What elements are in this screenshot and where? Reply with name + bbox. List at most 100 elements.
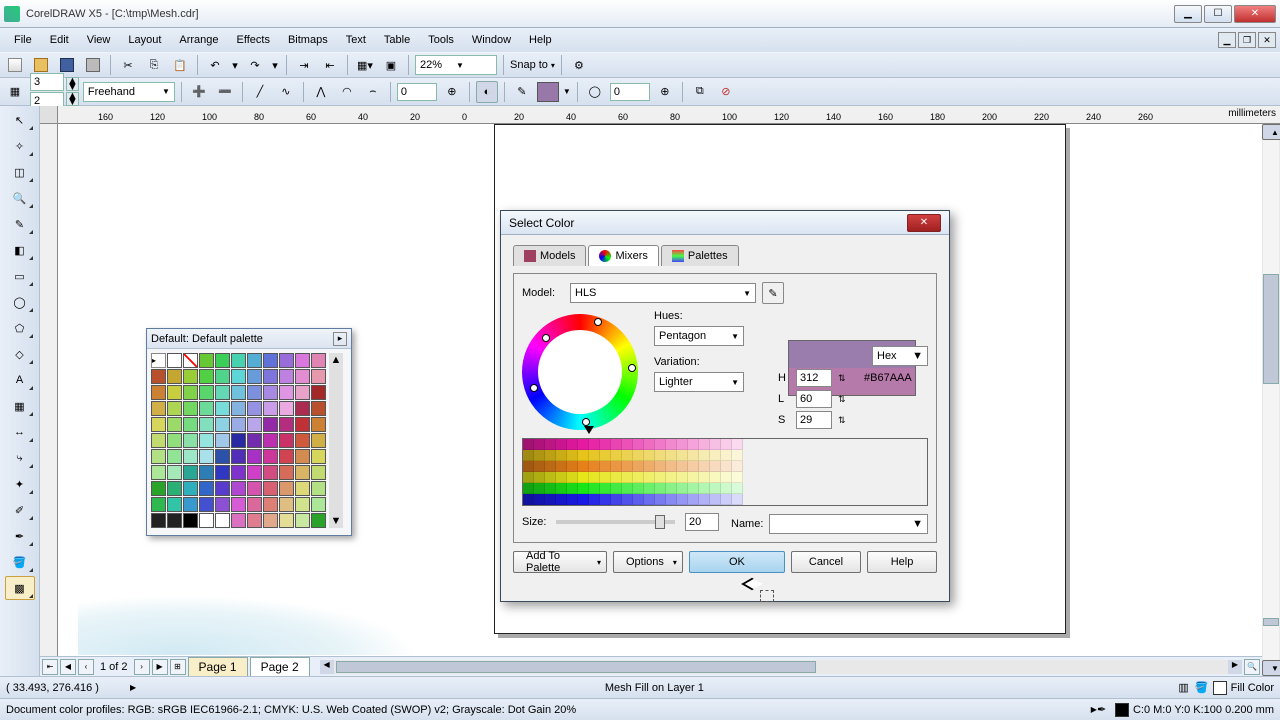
zoom-tool[interactable]: 🔍 xyxy=(5,186,35,210)
cusp-node-icon[interactable]: ⋀ xyxy=(310,81,332,103)
cut-button[interactable]: ✂ xyxy=(117,54,139,76)
eyedropper-icon[interactable]: ✎ xyxy=(511,81,533,103)
mesh-mode-icon[interactable]: ◐ xyxy=(476,81,498,103)
grid-cols-input[interactable]: 3 xyxy=(30,73,64,91)
options-button[interactable]: Options xyxy=(613,551,683,573)
ellipse-tool[interactable]: ◯ xyxy=(5,290,35,314)
interactive-tool[interactable]: ✦ xyxy=(5,472,35,496)
model-select[interactable]: HLS▼ xyxy=(570,283,756,303)
menu-text[interactable]: Text xyxy=(338,31,374,49)
outline-swatch[interactable] xyxy=(1115,703,1129,717)
smoothing-target-icon[interactable]: ⊕ xyxy=(441,81,463,103)
color-proof-icon[interactable]: ▥ xyxy=(1173,677,1195,699)
smooth-node-icon[interactable]: ◠ xyxy=(336,81,358,103)
menu-tools[interactable]: Tools xyxy=(420,31,462,49)
fill-swatch[interactable] xyxy=(1213,681,1227,695)
name-select[interactable]: ▼ xyxy=(769,514,928,534)
app-launcher-button[interactable]: ▦▾ xyxy=(354,54,376,76)
dialog-close-button[interactable]: ✕ xyxy=(907,214,941,232)
crop-tool[interactable]: ◫ xyxy=(5,160,35,184)
transparency-icon[interactable]: ◯ xyxy=(584,81,606,103)
mesh-fill-tool[interactable]: ▩ xyxy=(5,576,35,600)
add-to-palette-button[interactable]: Add To Palette xyxy=(513,551,607,573)
palette-options-icon[interactable]: ▸ xyxy=(333,332,347,346)
doc-close-button[interactable]: ✕ xyxy=(1258,32,1276,48)
transparency-target-icon[interactable]: ⊕ xyxy=(654,81,676,103)
menu-table[interactable]: Table xyxy=(376,31,418,49)
palette-panel[interactable]: Default: Default palette ▸ ▸ ▲▼ xyxy=(146,328,352,536)
paste-button[interactable]: 📋 xyxy=(169,54,191,76)
polygon-tool[interactable]: ⬠ xyxy=(5,316,35,340)
table-tool[interactable]: ▦ xyxy=(5,394,35,418)
symmetric-node-icon[interactable]: ⌢ xyxy=(362,81,384,103)
print-button[interactable] xyxy=(82,54,104,76)
tab-mixers[interactable]: Mixers xyxy=(588,245,658,266)
navigator-button[interactable]: 🔍 xyxy=(1244,659,1260,675)
mesh-color-swatch[interactable] xyxy=(537,82,559,102)
clear-mesh-icon[interactable]: ⊘ xyxy=(715,81,737,103)
menu-edit[interactable]: Edit xyxy=(42,31,77,49)
menu-bitmaps[interactable]: Bitmaps xyxy=(280,31,336,49)
curve-tool-icon[interactable]: ∿ xyxy=(275,81,297,103)
add-node-button[interactable]: ➕ xyxy=(188,81,210,103)
minimize-button[interactable]: ▁ xyxy=(1174,5,1202,23)
zoom-combo[interactable]: 22%▼ xyxy=(415,55,497,75)
h-input[interactable] xyxy=(796,369,832,387)
s-input[interactable] xyxy=(796,411,832,429)
color-wheel[interactable] xyxy=(522,314,638,430)
hex-mode-select[interactable]: Hex▼ xyxy=(872,346,928,366)
size-slider[interactable] xyxy=(556,520,675,524)
menu-arrange[interactable]: Arrange xyxy=(171,31,226,49)
connector-tool[interactable]: ⤷ xyxy=(5,446,35,470)
prev-page-button[interactable]: ◀ xyxy=(60,659,76,675)
page-tab-1[interactable]: Page 1 xyxy=(188,657,248,677)
export-button[interactable]: ⇤ xyxy=(319,54,341,76)
ok-button[interactable]: OK xyxy=(689,551,785,573)
variation-select[interactable]: Lighter▼ xyxy=(654,372,744,392)
snap-to-dropdown[interactable]: Snap to ▾ xyxy=(510,59,555,71)
swatch-grid[interactable] xyxy=(522,438,928,506)
add-page-button[interactable]: ⊞ xyxy=(170,659,186,675)
next-step-button[interactable]: › xyxy=(134,659,150,675)
transparency-input[interactable]: 0 xyxy=(610,83,650,101)
pick-tool[interactable]: ↖ xyxy=(5,108,35,132)
redo-dropdown[interactable]: ▾ xyxy=(270,54,280,76)
prev-step-button[interactable]: ‹ xyxy=(78,659,94,675)
palette-scrollbar[interactable]: ▲▼ xyxy=(329,353,343,528)
eyedropper-button[interactable]: ✎ xyxy=(762,282,784,304)
rectangle-tool[interactable]: ▭ xyxy=(5,264,35,288)
menu-window[interactable]: Window xyxy=(464,31,519,49)
page-tab-2[interactable]: Page 2 xyxy=(250,657,310,677)
size-value[interactable]: 20 xyxy=(685,513,719,531)
shape-tool[interactable]: ✧ xyxy=(5,134,35,158)
vertical-scrollbar[interactable]: ▲ ▼ xyxy=(1262,124,1280,676)
line-tool-icon[interactable]: ╱ xyxy=(249,81,271,103)
menu-effects[interactable]: Effects xyxy=(229,31,278,49)
horizontal-ruler[interactable]: 160 120 100 80 60 40 20 0 20 40 60 80 10… xyxy=(58,106,1262,124)
l-input[interactable] xyxy=(796,390,832,408)
copy-mesh-icon[interactable]: ⧉ xyxy=(689,81,711,103)
menu-file[interactable]: File xyxy=(6,31,40,49)
cancel-button[interactable]: Cancel xyxy=(791,551,861,573)
hues-select[interactable]: Pentagon▼ xyxy=(654,326,744,346)
freehand-tool[interactable]: ✎ xyxy=(5,212,35,236)
redo-button[interactable]: ↷ xyxy=(244,54,266,76)
delete-node-button[interactable]: ➖ xyxy=(214,81,236,103)
maximize-button[interactable]: ☐ xyxy=(1204,5,1232,23)
undo-dropdown[interactable]: ▾ xyxy=(230,54,240,76)
vertical-ruler[interactable] xyxy=(40,124,58,676)
tab-palettes[interactable]: Palettes xyxy=(661,245,739,266)
grid-icon[interactable]: ▦ xyxy=(4,81,26,103)
outline-tool[interactable]: ✒ xyxy=(5,524,35,548)
tab-models[interactable]: Models xyxy=(513,245,586,266)
next-page-button[interactable]: ▶ xyxy=(152,659,168,675)
horizontal-scrollbar[interactable]: ◀▶ xyxy=(320,660,1242,674)
basic-shape-tool[interactable]: ◇ xyxy=(5,342,35,366)
smart-fill-tool[interactable]: ◧ xyxy=(5,238,35,262)
import-button[interactable]: ⇥ xyxy=(293,54,315,76)
options-button[interactable]: ⚙ xyxy=(568,54,590,76)
new-button[interactable] xyxy=(4,54,26,76)
tool-mode-combo[interactable]: Freehand▼ xyxy=(83,82,175,102)
dimension-tool[interactable]: ↔ xyxy=(5,420,35,444)
welcome-button[interactable]: ▣ xyxy=(380,54,402,76)
